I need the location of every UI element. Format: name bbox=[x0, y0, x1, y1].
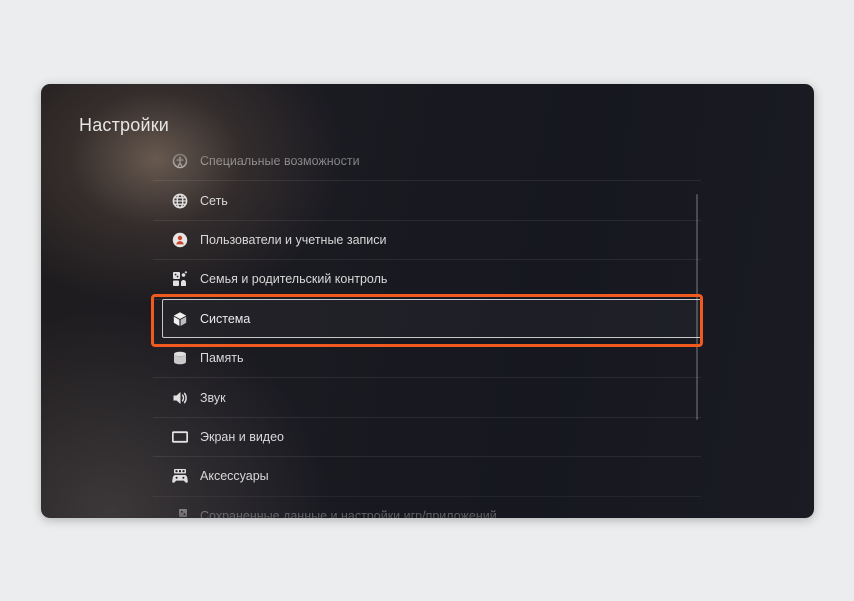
settings-item-label: Память bbox=[200, 351, 244, 366]
saved-data-icon bbox=[172, 508, 188, 518]
controller-icon bbox=[172, 468, 188, 484]
settings-item-label: Сеть bbox=[200, 193, 228, 208]
settings-item-label: Специальные возможности bbox=[200, 154, 360, 169]
settings-item-sound[interactable]: Звук bbox=[153, 378, 701, 418]
globe-icon bbox=[172, 193, 188, 209]
settings-item-label: Экран и видео bbox=[200, 429, 285, 444]
settings-item-label: Семья и родительский контроль bbox=[200, 272, 388, 287]
settings-item-display[interactable]: Экран и видео bbox=[153, 418, 701, 458]
settings-item-accessories[interactable]: Аксессуары bbox=[153, 457, 701, 497]
settings-item-label: Звук bbox=[200, 390, 226, 405]
page-title: Настройки bbox=[79, 115, 170, 135]
settings-item-label: Сохраненные данные и настройки игр/прило… bbox=[200, 508, 497, 518]
display-icon bbox=[172, 429, 188, 445]
speaker-icon bbox=[172, 390, 188, 406]
settings-item-label: Пользователи и учетные записи bbox=[200, 232, 387, 247]
user-icon bbox=[172, 232, 188, 248]
settings-item-network[interactable]: Сеть bbox=[153, 181, 701, 221]
settings-item-saved-data[interactable]: Сохраненные данные и настройки игр/прило… bbox=[153, 497, 701, 518]
settings-item-users[interactable]: Пользователи и учетные записи bbox=[153, 221, 701, 261]
accessibility-icon bbox=[172, 153, 188, 169]
storage-icon bbox=[172, 350, 188, 366]
family-icon bbox=[172, 271, 188, 287]
selection-highlight-annotation bbox=[151, 294, 703, 347]
settings-item-accessibility[interactable]: Специальные возможности bbox=[153, 150, 701, 182]
settings-item-label: Аксессуары bbox=[200, 469, 269, 484]
